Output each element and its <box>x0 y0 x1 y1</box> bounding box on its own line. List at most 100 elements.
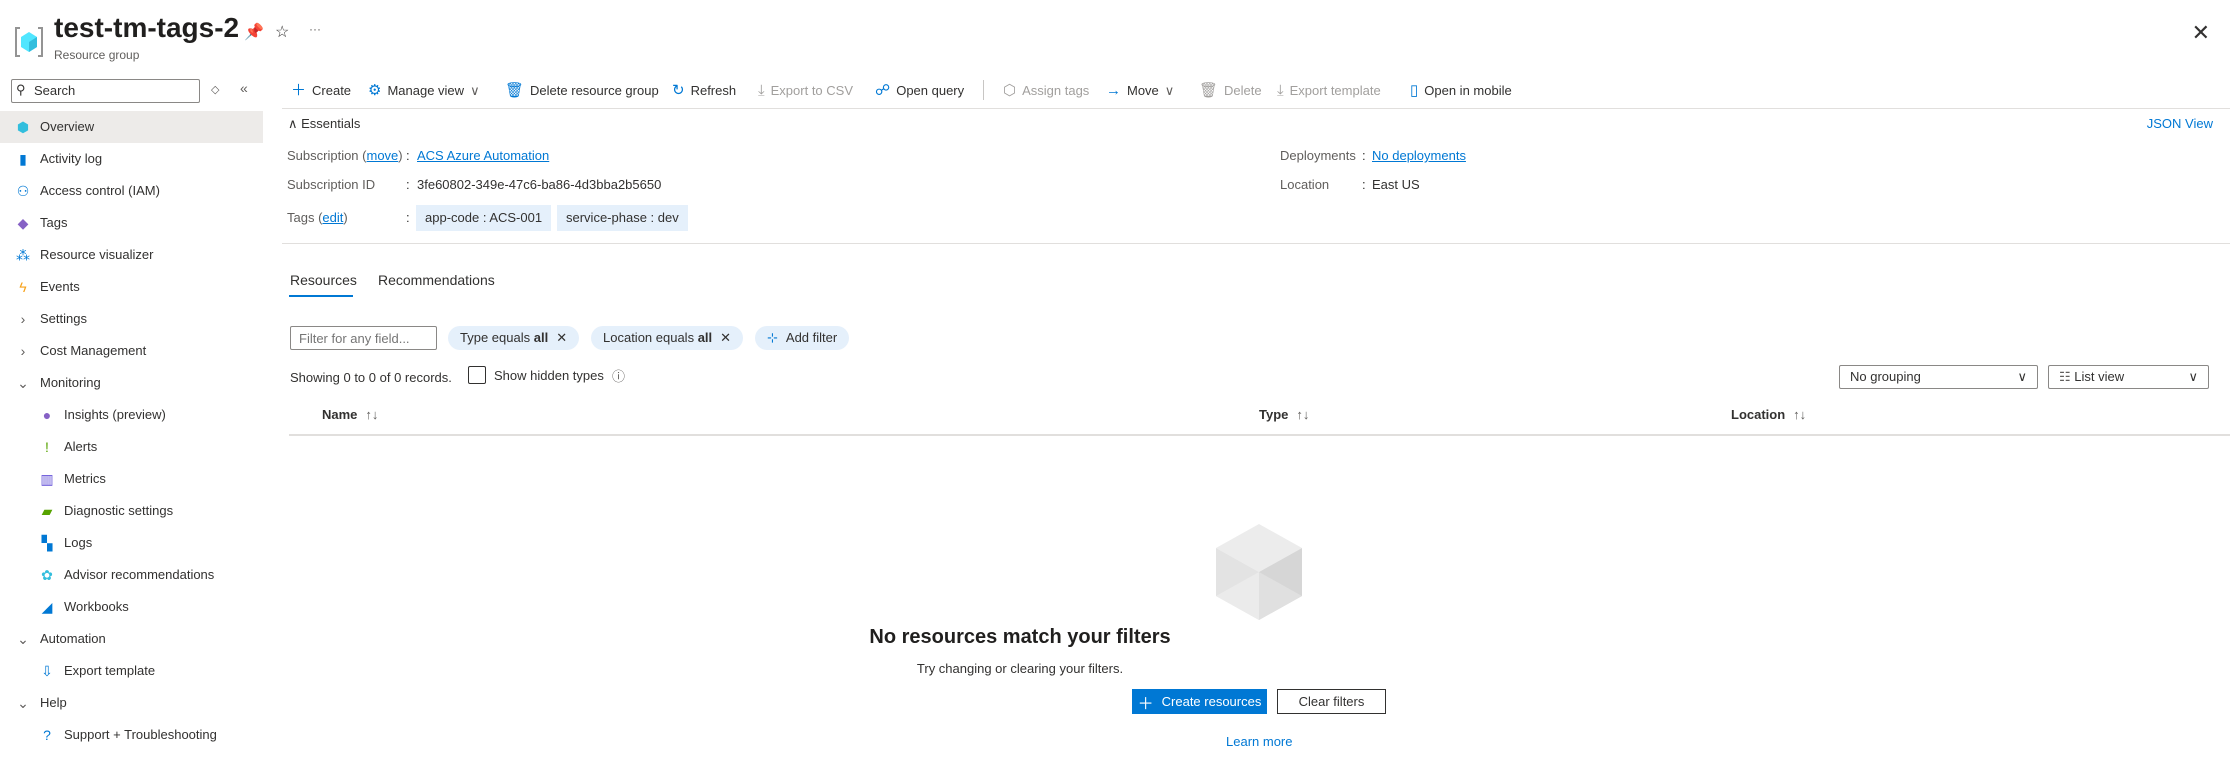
plus-icon: ＋ <box>291 82 307 99</box>
open-query-button[interactable]: ☍ Open query <box>875 80 964 102</box>
sidebar-item-label: Support + Troubleshooting <box>64 727 217 742</box>
subscription-id-value: 3fe60802-349e-47c6-ba86-4d3bba2b5650 <box>417 177 662 192</box>
move-link[interactable]: move <box>367 148 399 163</box>
iam-icon: ⚇ <box>16 183 30 199</box>
tab-recommendations[interactable]: Recommendations <box>378 272 495 288</box>
chevron-down-icon: ⌄ <box>17 375 29 391</box>
sidebar-item-label: Tags <box>40 215 68 230</box>
export-template-button[interactable]: ⤓ Export template <box>1277 80 1381 102</box>
move-button[interactable]: → Move ∨ <box>1106 80 1174 102</box>
location-filter-chip[interactable]: Location equals all ✕ <box>591 326 744 350</box>
create-resources-button[interactable]: ＋ Create resources <box>1132 689 1267 714</box>
sidebar-item-insights-preview[interactable]: ● Insights (preview) <box>0 399 263 431</box>
tag-icon: ◆ <box>17 215 29 231</box>
sidebar-item-help[interactable]: ⌄ Help <box>0 687 263 719</box>
sidebar-item-diagnostic-settings[interactable]: ▰ Diagnostic settings <box>0 495 263 527</box>
sidebar-item-advisor-recommendations[interactable]: ✿ Advisor recommendations <box>0 559 263 591</box>
mobile-icon: ▯ <box>1410 82 1419 99</box>
collapse-sidebar-icon[interactable]: « <box>240 80 248 96</box>
sidebar-item-metrics[interactable]: ▥ Metrics <box>0 463 263 495</box>
download-icon: ⤓ <box>758 82 765 99</box>
colon: : <box>1362 177 1366 192</box>
column-header-type[interactable]: Type ↑↓ <box>1259 407 1309 422</box>
sidebar-item-label: Advisor recommendations <box>64 567 215 582</box>
lightning-icon: ϟ <box>19 279 27 295</box>
grouping-dropdown[interactable]: No grouping ∨ <box>1839 365 2038 389</box>
page-subtitle: Resource group <box>54 48 140 62</box>
list-icon: ☷ <box>2059 369 2071 384</box>
close-icon[interactable]: ✕ <box>556 326 567 350</box>
deployments-label: Deployments <box>1280 148 1356 163</box>
sidebar-item-logs[interactable]: ▚ Logs <box>0 527 263 559</box>
records-count: Showing 0 to 0 of 0 records. <box>290 370 452 385</box>
subscription-link[interactable]: ACS Azure Automation <box>417 148 549 163</box>
learn-more-link[interactable]: Learn more <box>1226 734 1292 749</box>
sidebar-item-resource-visualizer[interactable]: ⁂ Resource visualizer <box>0 239 263 271</box>
sidebar-item-workbooks[interactable]: ◢ Workbooks <box>0 591 263 623</box>
trash-icon: 🗑 <box>505 82 525 99</box>
more-icon[interactable]: ··· <box>309 22 321 36</box>
subscription-label: Subscription (move) <box>287 148 403 163</box>
tab-resources[interactable]: Resources <box>290 272 357 288</box>
sidebar-item-settings[interactable]: › Settings <box>0 303 263 335</box>
sidebar-item-monitoring[interactable]: ⌄ Monitoring <box>0 367 263 399</box>
resource-group-icon <box>15 27 43 57</box>
sidebar-item-alerts[interactable]: ! Alerts <box>0 431 263 463</box>
empty-subtitle: Try changing or clearing your filters. <box>916 661 1124 676</box>
chevron-down-icon: ∨ <box>2188 369 2198 384</box>
sidebar-item-label: Overview <box>40 119 95 134</box>
sidebar-item-label: Resource visualizer <box>40 247 154 262</box>
filter-input[interactable] <box>290 326 437 350</box>
query-icon: ☍ <box>875 82 891 99</box>
trash-icon: 🗑 <box>1199 82 1219 99</box>
manage-view-button[interactable]: ⚙ Manage view ∨ <box>368 80 480 102</box>
column-header-name[interactable]: Name ↑↓ <box>322 407 378 422</box>
sort-icon: ↑↓ <box>1296 407 1310 422</box>
edit-tags-link[interactable]: edit <box>322 210 343 225</box>
chevron-right-icon: › <box>20 311 26 327</box>
sort-icon: ↑↓ <box>365 407 379 422</box>
sidebar-item-label: Settings <box>40 311 87 326</box>
add-filter-button[interactable]: ⊹ Add filter <box>755 326 850 350</box>
plus-icon: ＋ <box>1137 695 1154 713</box>
show-hidden-label: Show hidden types <box>494 368 604 383</box>
clear-filters-button[interactable]: Clear filters <box>1277 689 1386 714</box>
chevron-up-icon: ∧ <box>288 116 302 131</box>
metrics-icon: ▥ <box>40 471 54 487</box>
sidebar-item-support-troubleshooting[interactable]: ? Support + Troubleshooting <box>0 719 263 751</box>
sidebar-item-tags[interactable]: ◆ Tags <box>0 207 263 239</box>
type-filter-chip[interactable]: Type equals all ✕ <box>448 326 580 350</box>
delete-button[interactable]: 🗑 Delete <box>1199 80 1262 102</box>
open-in-mobile-button[interactable]: ▯ Open in mobile <box>1410 80 1512 102</box>
chevron-down-icon: ∨ <box>1164 83 1175 98</box>
export-csv-button[interactable]: ⤓ Export to CSV <box>758 80 853 102</box>
sidebar-item-overview[interactable]: ⬢ Overview <box>0 111 263 143</box>
info-icon[interactable]: ⓘ <box>612 366 625 385</box>
sidebar-item-cost-management[interactable]: › Cost Management <box>0 335 263 367</box>
create-button[interactable]: ＋ Create <box>291 80 351 102</box>
close-icon[interactable]: ✕ <box>720 326 731 350</box>
sidebar-item-activity-log[interactable]: ▮ Activity log <box>0 143 263 175</box>
chevron-down-icon: ⌄ <box>17 695 29 711</box>
column-header-location[interactable]: Location ↑↓ <box>1731 407 1806 422</box>
pin-icon[interactable]: 📌 <box>244 22 264 42</box>
show-hidden-checkbox[interactable] <box>468 366 486 384</box>
delete-resource-group-button[interactable]: 🗑 Delete resource group <box>505 80 659 102</box>
essentials-toggle[interactable]: ∧ Essentials <box>288 116 360 132</box>
expand-collapse-icon[interactable]: ◇ <box>211 83 219 96</box>
star-icon[interactable]: ☆ <box>275 22 289 42</box>
view-dropdown[interactable]: ☷ List view ∨ <box>2048 365 2209 389</box>
location-value: East US <box>1372 177 1420 192</box>
json-view-link[interactable]: JSON View <box>2147 116 2213 131</box>
deployments-link[interactable]: No deployments <box>1372 148 1466 163</box>
tags-label: Tags (edit) <box>287 210 348 225</box>
assign-tags-button[interactable]: ⬡ Assign tags <box>1003 80 1089 102</box>
search-icon: ⚲ <box>16 82 26 97</box>
sidebar-item-access-control-iam[interactable]: ⚇ Access control (IAM) <box>0 175 263 207</box>
sidebar-item-events[interactable]: ϟ Events <box>0 271 263 303</box>
close-icon[interactable]: ✕ <box>2192 20 2210 46</box>
arrow-right-icon: → <box>1106 82 1121 99</box>
sidebar-search-input[interactable]: Search <box>11 79 200 103</box>
refresh-button[interactable]: ↻ Refresh <box>672 80 736 102</box>
location-label: Location <box>1280 177 1330 192</box>
